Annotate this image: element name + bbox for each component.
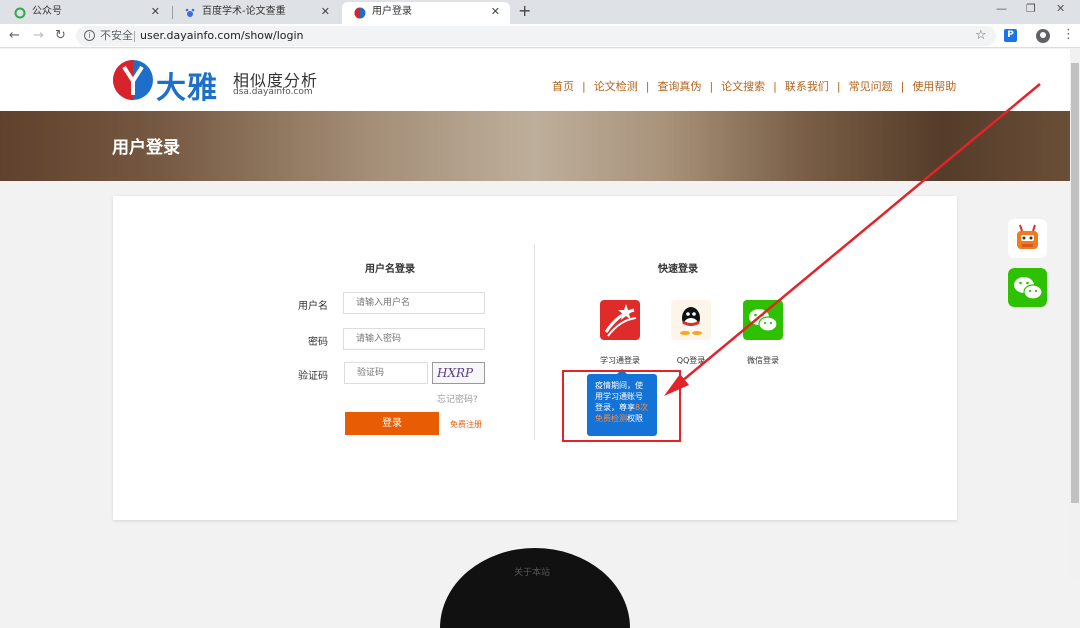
nav-separator: |: [773, 80, 777, 93]
nav-verify[interactable]: 查询真伪: [657, 78, 701, 94]
tab-gongzhonghao[interactable]: 公众号 ✕: [2, 2, 170, 24]
tab-label: 用户登录: [372, 6, 412, 17]
nav-separator: |: [645, 80, 650, 93]
back-icon[interactable]: ←: [9, 28, 20, 43]
wechat-login-label[interactable]: 微信登录: [733, 355, 793, 366]
quick-login-title: 快速登录: [658, 264, 698, 275]
wechat-float-icon[interactable]: [1008, 268, 1047, 307]
close-window-icon[interactable]: ✕: [1056, 2, 1065, 15]
menu-kebab-icon[interactable]: ⋮: [1062, 27, 1075, 42]
tab-close-icon[interactable]: ✕: [321, 2, 330, 22]
annotation-highlight-box: [562, 370, 681, 442]
new-tab-icon[interactable]: +: [518, 1, 531, 20]
footer-about-link[interactable]: 关于本站: [514, 565, 550, 578]
profile-avatar-icon[interactable]: [1036, 29, 1050, 43]
restore-icon[interactable]: ❐: [1026, 2, 1036, 15]
login-button[interactable]: 登录: [345, 412, 439, 435]
wechat-icon[interactable]: [743, 300, 783, 340]
nav-separator: |: [836, 80, 841, 93]
daya-logo-icon[interactable]: [112, 59, 154, 101]
recycle-icon: [14, 7, 26, 19]
tab-label: 百度学术-论文查重: [202, 6, 286, 17]
tab-baidu-xueshu[interactable]: 百度学术-论文查重 ✕: [172, 2, 340, 24]
captcha-input[interactable]: [344, 362, 428, 384]
site-header: 大雅 相似度分析 dsa.dayainfo.com 首页 | 论文检测 | 查询真伪 | 论…: [0, 49, 1070, 111]
top-navigation: 首页 | 论文检测 | 查询真伪 | 论文搜索 | 联系我们 | 常见问题 | 使用帮助: [552, 78, 956, 94]
captcha-label: 验证码: [298, 371, 328, 382]
footer-dark-shape: [440, 548, 630, 628]
password-input[interactable]: [343, 328, 485, 350]
username-input[interactable]: [343, 292, 485, 314]
tab-user-login[interactable]: 用户登录 ✕: [342, 2, 510, 24]
forgot-password-link[interactable]: 忘记密码?: [437, 392, 478, 405]
nav-paper-search[interactable]: 论文搜索: [721, 78, 765, 94]
address-bar[interactable]: i 不安全 user.dayainfo.com/show/login: [76, 26, 996, 46]
register-link[interactable]: 免费注册: [450, 419, 482, 430]
address-toolbar: ← → ↻ i 不安全 user.dayainfo.com/show/login…: [0, 24, 1080, 48]
daya-logo-icon: [354, 7, 366, 19]
nav-contact[interactable]: 联系我们: [785, 78, 829, 94]
not-secure-label: 不安全: [100, 29, 133, 42]
username-login-title: 用户名登录: [365, 264, 415, 275]
nav-separator: |: [900, 80, 905, 93]
url-text[interactable]: user.dayainfo.com/show/login: [140, 26, 304, 46]
url-divider: [134, 31, 135, 42]
password-label: 密码: [308, 337, 328, 348]
logo-text: 大雅: [156, 71, 218, 106]
logo-domain: dsa.dayainfo.com: [233, 87, 313, 97]
tab-close-icon[interactable]: ✕: [491, 2, 500, 22]
nav-separator: |: [582, 80, 586, 93]
scrollbar-thumb[interactable]: [1071, 63, 1079, 503]
minimize-icon[interactable]: —: [996, 2, 1007, 15]
page-title: 用户登录: [112, 138, 180, 158]
captcha-image[interactable]: HXRP: [432, 362, 485, 384]
nav-help[interactable]: 使用帮助: [912, 78, 956, 94]
reload-icon[interactable]: ↻: [55, 28, 66, 43]
robot-mascot-icon[interactable]: [1008, 219, 1047, 258]
qq-icon[interactable]: [671, 300, 711, 340]
nav-faq[interactable]: 常见问题: [849, 78, 893, 94]
login-card: 用户名登录 用户名 密码 验证码 HXRP 忘记密码? 登录 免费注册 快速登录…: [113, 196, 957, 520]
tab-label: 公众号: [32, 6, 62, 17]
nav-separator: |: [709, 80, 714, 93]
extension-icon[interactable]: P: [1004, 29, 1017, 42]
nav-home[interactable]: 首页: [552, 78, 574, 94]
tab-close-icon[interactable]: ✕: [151, 2, 160, 22]
qq-login-label[interactable]: QQ登录: [661, 355, 721, 366]
page-banner: 用户登录: [0, 111, 1070, 181]
info-icon[interactable]: i: [84, 30, 95, 41]
nav-paper-check[interactable]: 论文检测: [594, 78, 638, 94]
username-label: 用户名: [298, 301, 328, 312]
xuexitong-icon[interactable]: [600, 300, 640, 340]
forward-icon[interactable]: →: [33, 28, 44, 43]
section-divider: [534, 244, 535, 440]
browser-tab-bar: 公众号 ✕ 百度学术-论文查重 ✕ 用户登录 ✕ + — ❐ ✕: [0, 0, 1080, 24]
baidu-paw-icon: [185, 8, 195, 17]
page-scrollbar[interactable]: [1070, 49, 1080, 579]
bookmark-star-icon[interactable]: ☆: [975, 28, 987, 43]
xuexitong-login-label[interactable]: 学习通登录: [590, 355, 650, 366]
